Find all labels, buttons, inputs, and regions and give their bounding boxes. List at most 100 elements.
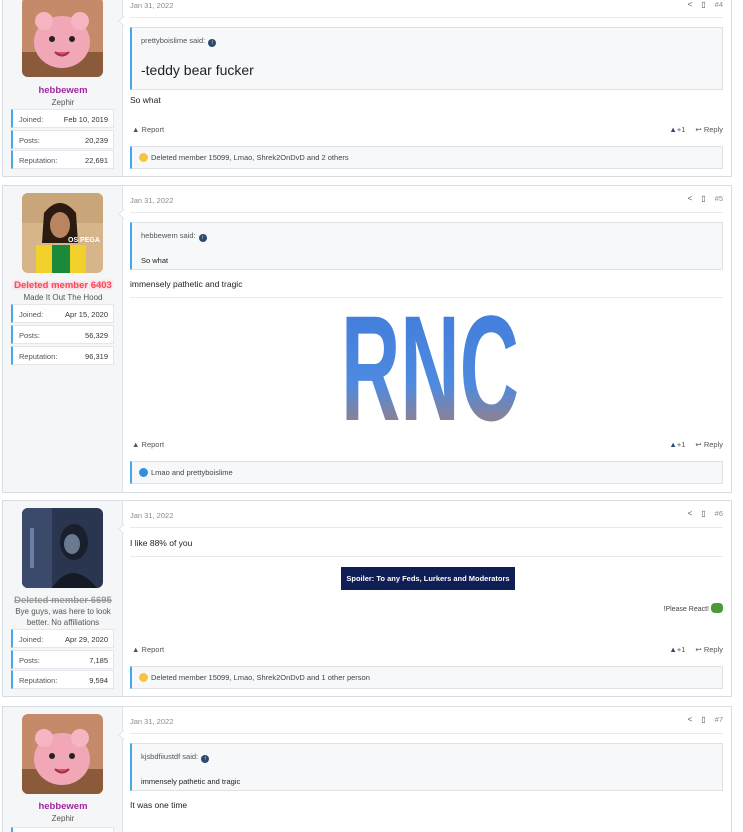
username[interactable]: Deleted member 6403 — [3, 280, 123, 291]
bookmark-icon[interactable]: ▯ — [701, 194, 705, 203]
user-title: Zephir — [51, 814, 75, 823]
rnc-image-text: RNC — [341, 300, 519, 424]
post-5: OS PEGA Deleted member 6403 Made It Out … — [2, 185, 732, 493]
stat-reputation: Reputation: 9,594 — [11, 670, 114, 689]
report-link[interactable]: ▲ Report — [132, 645, 164, 654]
stat-posts: Posts: 20,239 — [11, 130, 114, 149]
post-date[interactable]: Jan 31, 2022 — [130, 196, 173, 205]
quote-block: prettyboislime said: ↑ -teddy bear fucker — [130, 27, 723, 90]
post-date[interactable]: Jan 31, 2022 — [130, 717, 173, 726]
post-tools: < ▯ #6 — [688, 509, 723, 518]
post-number[interactable]: #7 — [715, 715, 723, 724]
post-text: I like 88% of you — [130, 538, 193, 548]
reply-icon: ↩ — [695, 440, 702, 449]
stat-joined: Joined: Apr 29, 2020 — [11, 629, 114, 648]
report-link[interactable]: ▲ Report — [132, 440, 164, 449]
user-panel: hebbewem Zephir Joined: Feb 10, 2019 Post… — [3, 0, 123, 176]
post-tools: < ▯ #4 — [688, 0, 723, 9]
like-button[interactable]: ▲+1 — [669, 125, 685, 134]
jump-up-icon: ↑ — [208, 39, 217, 47]
username[interactable]: hebbewem — [3, 801, 123, 812]
post-number[interactable]: #5 — [715, 194, 723, 203]
user-title: Bye guys, was here to look better. No af… — [15, 607, 111, 627]
stat-reputation: Reputation: 22,691 — [11, 150, 114, 169]
reply-icon: ↩ — [695, 645, 702, 654]
username[interactable]: Deleted member 6695 — [3, 595, 123, 606]
quote-text: So what — [141, 256, 169, 265]
user-panel: Deleted member 6695 Bye guys, was here t… — [3, 501, 123, 696]
laugh-emoji-icon — [139, 673, 148, 682]
quote-text: -teddy bear fucker — [141, 62, 254, 78]
avatar[interactable]: OS PEGA — [22, 193, 103, 273]
post-actions: ▲+1 ↩ Reply — [669, 645, 723, 654]
svg-text:OS PEGA: OS PEGA — [68, 237, 100, 244]
bell-icon: ▲ — [132, 125, 140, 134]
user-title: Zephir — [51, 98, 75, 107]
user-panel: hebbewem Zephir Joined: — [3, 707, 123, 832]
post-7: hebbewem Zephir Joined: Jan 31, 2022 < ▯… — [2, 706, 732, 832]
reply-button[interactable]: ↩ Reply — [695, 125, 723, 134]
thumbs-up-icon: ▲ — [669, 440, 677, 449]
post-body: Jan 31, 2022 < ▯ #6 I like 88% of you Sp… — [130, 501, 723, 696]
bookmark-icon[interactable]: ▯ — [701, 0, 705, 9]
stat-reputation: Reputation: 96,319 — [11, 346, 114, 365]
post-actions: ▲+1 ↩ Reply — [669, 125, 723, 134]
reply-button[interactable]: ↩ Reply — [695, 645, 723, 654]
avatar[interactable] — [22, 714, 103, 794]
post-text: It was one time — [130, 800, 188, 810]
jump-up-icon: ↑ — [201, 755, 210, 763]
post-date[interactable]: Jan 31, 2022 — [130, 1, 173, 10]
reactions-bar[interactable]: Deleted member 15099, Lmao, Shrek2OnDvD … — [130, 666, 723, 689]
avatar[interactable] — [22, 0, 103, 77]
bookmark-icon[interactable]: ▯ — [701, 715, 705, 724]
post-body: Jan 31, 2022 < ▯ #5 hebbewem said: ↑ So w… — [130, 186, 723, 492]
stat-posts: Posts: 56,329 — [11, 325, 114, 344]
post-number[interactable]: #6 — [715, 509, 723, 518]
quote-author[interactable]: hebbewem said: ↑ — [141, 231, 207, 242]
share-icon[interactable]: < — [688, 194, 693, 203]
user-title: Made It Out The Hood — [23, 293, 103, 302]
reply-button[interactable]: ↩ Reply — [695, 440, 723, 449]
post-text: So what — [130, 95, 161, 105]
quote-block: hebbewem said: ↑ So what — [130, 222, 723, 270]
bell-icon: ▲ — [132, 440, 140, 449]
quote-author[interactable]: prettyboislime said: ↑ — [141, 36, 217, 47]
post-4: hebbewem Zephir Joined: Feb 10, 2019 Post… — [2, 0, 732, 177]
share-icon[interactable]: < — [688, 509, 693, 518]
divider — [130, 17, 723, 18]
stat-joined: Joined: Feb 10, 2019 — [11, 109, 114, 128]
post-date[interactable]: Jan 31, 2022 — [130, 511, 173, 520]
like-button[interactable]: ▲+1 — [669, 645, 685, 654]
bell-icon: ▲ — [132, 645, 140, 654]
username[interactable]: hebbewem — [3, 85, 123, 96]
reply-icon: ↩ — [695, 125, 702, 134]
laugh-emoji-icon — [139, 153, 148, 162]
thumbs-up-icon: ▲ — [669, 645, 677, 654]
pepe-emoji-icon — [711, 603, 723, 613]
jump-up-icon: ↑ — [198, 234, 207, 242]
bookmark-icon[interactable]: ▯ — [701, 509, 705, 518]
share-icon[interactable]: < — [688, 0, 693, 9]
post-actions: ▲+1 ↩ Reply — [669, 440, 723, 449]
thumbs-up-icon: ▲ — [669, 125, 677, 134]
post-tools: < ▯ #5 — [688, 194, 723, 203]
post-body: Jan 31, 2022 < ▯ #7 kjsbdfiiustdf said: ↑… — [130, 707, 723, 832]
reactions-bar[interactable]: Lmao and prettyboislime — [130, 461, 723, 484]
report-link[interactable]: ▲ Report — [132, 125, 164, 134]
like-button[interactable]: ▲+1 — [669, 440, 685, 449]
divider — [130, 212, 723, 213]
share-icon[interactable]: < — [688, 715, 693, 724]
reactions-bar[interactable]: Deleted member 15099, Lmao, Shrek2OnDvD … — [130, 146, 723, 169]
divider — [130, 556, 723, 557]
post-number[interactable]: #4 — [715, 0, 723, 9]
quote-block: kjsbdfiiustdf said: ↑ immensely pathetic … — [130, 743, 723, 791]
user-panel: OS PEGA Deleted member 6403 Made It Out … — [3, 186, 123, 492]
spoiler-button[interactable]: Spoiler: To any Feds, Lurkers and Modera… — [341, 567, 515, 590]
quote-author[interactable]: kjsbdfiiustdf said: ↑ — [141, 752, 210, 763]
avatar[interactable] — [22, 508, 103, 588]
divider — [130, 527, 723, 528]
stat-posts: Posts: 7,185 — [11, 650, 114, 669]
rnc-image[interactable]: RNC — [340, 300, 520, 424]
stat-joined: Joined: — [11, 827, 114, 832]
stat-joined: Joined: Apr 15, 2020 — [11, 304, 114, 323]
